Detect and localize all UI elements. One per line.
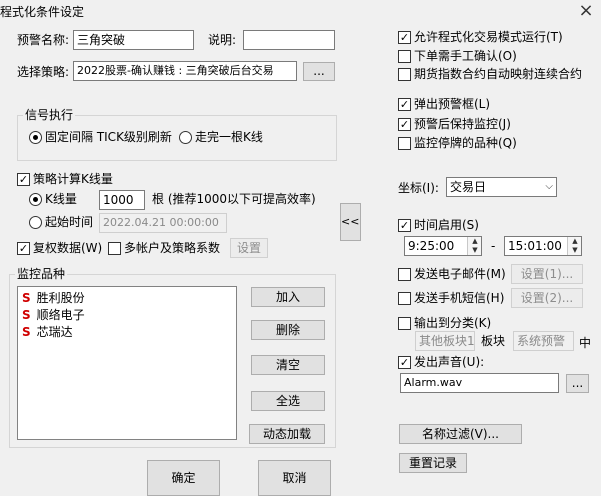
kline-count-checkbox[interactable]: ✓ (17, 173, 30, 186)
reweight-checkbox[interactable]: ✓ (17, 242, 30, 255)
description-input[interactable] (243, 30, 335, 50)
sound-file-input[interactable]: Alarm.wav (400, 373, 559, 393)
strategy-label: 选择策略: (17, 65, 70, 79)
popup-box-checkbox[interactable]: ✓ (398, 98, 411, 111)
list-item[interactable]: S 顺络电子 (22, 307, 85, 323)
send-sms-checkbox[interactable] (398, 292, 411, 305)
complete-bar-label[interactable]: 走完一根K线 (195, 129, 263, 145)
spin-up-icon[interactable]: ▲ (569, 237, 581, 246)
spin-down-icon[interactable]: ▼ (469, 246, 481, 255)
signal-group-title: 信号执行 (23, 107, 76, 123)
email-settings-button[interactable]: 设置(1)... (511, 264, 583, 284)
futures-map-checkbox[interactable] (398, 68, 411, 81)
stock-mark: S (22, 325, 31, 339)
select-all-button[interactable]: 全选 (251, 391, 325, 411)
cancel-button[interactable]: 取消 (258, 460, 331, 496)
send-sms-label: 发送手机短信(H) (414, 291, 505, 305)
stock-mark: S (22, 308, 31, 322)
stock-mark: S (22, 291, 31, 305)
play-sound-checkbox[interactable]: ✓ (398, 356, 411, 369)
category-field[interactable]: 其他板块1 (415, 331, 475, 351)
kline-hint: 根 (推荐1000以下可提高效率) (152, 192, 316, 206)
keep-monitor-checkbox[interactable]: ✓ (398, 118, 411, 131)
sound-browse-button[interactable]: ... (566, 374, 589, 393)
monitor-list[interactable]: S 胜利股份 S 顺络电子 S 芯瑞达 (17, 286, 237, 440)
description-label: 说明: (208, 33, 237, 47)
time-from-input[interactable]: 9:25:00 ▲ ▼ (404, 236, 482, 256)
spin-down-icon[interactable]: ▼ (569, 246, 581, 255)
keep-monitor-label: 预警后保持监控(J) (414, 117, 511, 131)
kline-count-radio[interactable] (29, 193, 42, 206)
strategy-browse-button[interactable]: ... (303, 62, 335, 81)
kline-count-input[interactable]: 1000 (99, 190, 145, 210)
coord-value: 交易日 (450, 180, 487, 194)
sms-settings-button[interactable]: 设置(2)... (511, 288, 583, 308)
alert-name-input[interactable]: 三角突破 (73, 30, 194, 50)
manual-confirm-checkbox[interactable] (398, 50, 411, 63)
reweight-label: 复权数据(W) (33, 241, 103, 255)
block-label: 板块 (481, 334, 506, 348)
add-button[interactable]: 加入 (251, 287, 325, 307)
system-alert-field[interactable]: 系统预警 (513, 331, 574, 351)
delete-button[interactable]: 删除 (251, 320, 325, 340)
multi-account-checkbox[interactable] (108, 242, 121, 255)
send-email-label: 发送电子邮件(M) (414, 267, 506, 281)
ok-button[interactable]: 确定 (147, 460, 220, 496)
coord-select[interactable]: 交易日 ⌵ (446, 177, 557, 197)
monitor-suspended-label: 监控停牌的品种(Q) (414, 136, 517, 150)
stock-name: 胜利股份 (36, 291, 85, 305)
window-title: 程式化条件设定 (0, 5, 85, 19)
complete-bar-radio[interactable] (179, 131, 192, 144)
time-from-value: 9:25:00 (408, 239, 455, 253)
kline-count-label: 策略计算K线量 (33, 172, 113, 186)
time-from-spinner[interactable]: ▲ ▼ (467, 237, 481, 255)
mid-label: 中 (579, 336, 592, 350)
chevron-down-icon: ⌵ (545, 181, 553, 192)
dynamic-load-button[interactable]: 动态加载 (249, 424, 325, 444)
stock-name: 顺络电子 (36, 308, 85, 322)
name-filter-button[interactable]: 名称过滤(V)... (399, 424, 522, 444)
time-to-value: 15:01:00 (508, 239, 562, 253)
monitor-group-title: 监控品种 (15, 266, 68, 282)
alert-name-label: 预警名称: (17, 33, 70, 47)
coord-label: 坐标(I): (398, 181, 439, 195)
popup-box-label: 弹出预警框(L) (414, 97, 491, 111)
strategy-field[interactable]: 2022股票-确认赚钱 : 三角突破后台交易 (73, 61, 297, 81)
output-category-checkbox[interactable] (398, 317, 411, 330)
time-enable-checkbox[interactable]: ✓ (398, 219, 411, 232)
stock-name: 芯瑞达 (36, 325, 73, 339)
multi-account-settings-button[interactable]: 设置 (230, 238, 268, 258)
spin-up-icon[interactable]: ▲ (469, 237, 481, 246)
start-time-input[interactable]: 2022.04.21 00:00:00 (99, 213, 227, 233)
output-category-label: 输出到分类(K) (414, 316, 492, 330)
close-icon[interactable]: × (577, 1, 595, 21)
futures-map-label: 期货指数合约自动映射连续合约 (414, 67, 583, 81)
allow-auto-trade-checkbox[interactable]: ✓ (398, 31, 411, 44)
list-item[interactable]: S 胜利股份 (22, 290, 85, 306)
fixed-interval-radio[interactable] (29, 131, 42, 144)
kline-radio-label[interactable]: K线量 (45, 191, 77, 207)
clear-button[interactable]: 清空 (251, 355, 325, 375)
multi-account-label: 多帐户及策略系数 (124, 241, 221, 255)
allow-auto-trade-label: 允许程式化交易模式运行(T) (414, 30, 563, 44)
list-item[interactable]: S 芯瑞达 (22, 324, 73, 340)
start-time-label[interactable]: 起始时间 (45, 214, 93, 230)
monitor-suspended-checkbox[interactable] (398, 137, 411, 150)
collapse-button[interactable]: <<< (340, 203, 361, 241)
play-sound-label: 发出声音(U): (414, 355, 485, 369)
start-time-radio[interactable] (29, 216, 42, 229)
time-dash: - (491, 239, 496, 253)
reset-log-button[interactable]: 重置记录 (399, 453, 467, 473)
fixed-interval-label[interactable]: 固定间隔 TICK级别刷新 (45, 129, 172, 145)
manual-confirm-label: 下单需手工确认(O) (414, 49, 517, 63)
time-to-spinner[interactable]: ▲ ▼ (567, 237, 581, 255)
send-email-checkbox[interactable] (398, 268, 411, 281)
time-enable-label: 时间启用(S) (414, 218, 479, 232)
time-to-input[interactable]: 15:01:00 ▲ ▼ (504, 236, 582, 256)
